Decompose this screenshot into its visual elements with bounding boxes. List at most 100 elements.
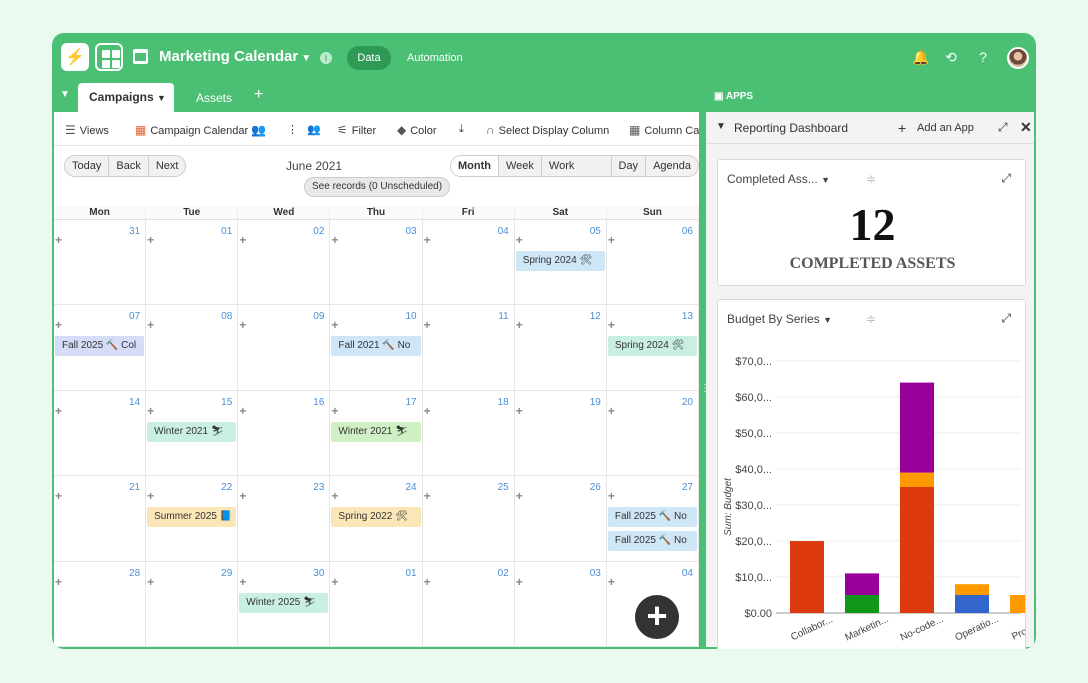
add-event-icon[interactable]: + (331, 490, 338, 502)
day-number[interactable]: 28 (129, 568, 140, 579)
day-number[interactable]: 14 (129, 397, 140, 408)
next-button[interactable]: Next (149, 156, 186, 176)
view-agenda-button[interactable]: Agenda (646, 156, 698, 176)
add-event-icon[interactable]: + (239, 234, 246, 246)
day-number[interactable]: 25 (498, 482, 509, 493)
expand-icon[interactable]: ⤢ (1001, 311, 1011, 326)
drag-handle-icon[interactable]: ≑ (866, 172, 876, 186)
calendar-event[interactable]: Spring 2022 🛠 (331, 507, 421, 528)
add-event-icon[interactable]: + (424, 490, 431, 502)
day-cell[interactable]: 21 + (54, 476, 147, 562)
view-month-button[interactable]: Month (451, 156, 499, 176)
add-event-icon[interactable]: + (424, 234, 431, 246)
day-number[interactable]: 15 (221, 397, 232, 408)
day-cell[interactable]: 31 + (54, 220, 147, 306)
day-cell[interactable]: 26 + (514, 476, 607, 562)
add-event-icon[interactable]: + (608, 405, 615, 417)
calendar-event[interactable]: Fall 2025 🔨 No (607, 507, 697, 528)
avatar[interactable] (1007, 47, 1029, 69)
add-event-icon[interactable]: + (55, 405, 62, 417)
day-number[interactable]: 26 (590, 482, 601, 493)
add-event-icon[interactable]: + (55, 490, 62, 502)
day-number[interactable]: 19 (590, 397, 601, 408)
calendar-event[interactable]: Fall 2021 🔨 No (331, 336, 421, 357)
day-cell[interactable]: 18 + (422, 390, 515, 477)
select-display-button[interactable]: ∩ Select Display Column (486, 123, 609, 137)
download-icon[interactable]: ⤓ (459, 123, 464, 136)
day-cell[interactable]: 03 + (330, 220, 423, 306)
add-event-icon[interactable]: + (516, 576, 523, 588)
day-number[interactable]: 24 (405, 482, 416, 493)
day-number[interactable]: 02 (498, 568, 509, 579)
day-cell[interactable]: 02 + (238, 220, 331, 306)
add-event-icon[interactable]: + (55, 319, 62, 331)
collapse-chevron-icon[interactable]: ▼ (60, 89, 70, 100)
add-event-icon[interactable]: + (331, 576, 338, 588)
add-event-icon[interactable]: + (516, 405, 523, 417)
day-cell[interactable]: 14 + (54, 390, 147, 477)
day-number[interactable]: 04 (682, 568, 693, 579)
day-cell[interactable]: 02 + (422, 561, 515, 647)
drag-handle-icon[interactable]: ≑ (866, 312, 876, 326)
app-title-dropdown[interactable]: Marketing Calendar ▼ (159, 48, 311, 65)
day-cell[interactable]: 04 + (422, 220, 515, 306)
day-number[interactable]: 09 (313, 311, 324, 322)
view-week-button[interactable]: Week (499, 156, 542, 176)
add-event-icon[interactable]: + (516, 319, 523, 331)
calendar-event[interactable]: Fall 2025 🔨 Col (55, 336, 145, 357)
expand-icon[interactable]: ⤢ (998, 120, 1008, 135)
add-event-icon[interactable]: + (331, 405, 338, 417)
share-users-icon[interactable]: 👥 (307, 123, 321, 136)
card-title-dropdown[interactable]: Completed Ass... ▼ (727, 172, 830, 186)
expand-icon[interactable]: ⤢ (1001, 171, 1011, 186)
day-number[interactable]: 11 (498, 311, 508, 322)
see-records-button[interactable]: See records (0 Unscheduled) (304, 177, 451, 197)
mode-automation-button[interactable]: Automation (407, 52, 463, 64)
day-number[interactable]: 16 (313, 397, 324, 408)
apps-grid-icon[interactable] (95, 43, 123, 71)
color-button[interactable]: ◆ Color (397, 123, 437, 137)
day-number[interactable]: 10 (405, 311, 416, 322)
calendar-event[interactable]: Summer 2025 📘 (147, 507, 237, 528)
day-number[interactable]: 04 (498, 226, 509, 237)
today-button[interactable]: Today (65, 156, 110, 176)
add-event-icon[interactable]: + (608, 490, 615, 502)
add-event-icon[interactable]: + (331, 319, 338, 331)
day-cell[interactable]: 20 + (606, 390, 699, 477)
info-icon[interactable]: i (320, 52, 332, 64)
day-cell[interactable]: 09 + (238, 305, 331, 391)
day-cell[interactable]: 23 + (238, 476, 331, 562)
add-event-icon[interactable]: + (516, 490, 523, 502)
view-selector[interactable]: ▦ Campaign Calendar 👥 (135, 123, 270, 137)
day-number[interactable]: 23 (313, 482, 324, 493)
day-cell[interactable]: 08 + (146, 305, 239, 391)
add-event-icon[interactable]: + (608, 319, 615, 331)
collapse-chevron-icon[interactable]: ▼ (716, 121, 726, 132)
day-number[interactable]: 03 (590, 568, 601, 579)
day-cell[interactable]: 28 + (54, 561, 147, 647)
add-tab-button[interactable]: + (254, 86, 263, 104)
day-number[interactable]: 29 (221, 568, 232, 579)
add-event-icon[interactable]: + (147, 405, 154, 417)
day-cell[interactable]: 01 + (330, 561, 423, 647)
day-number[interactable]: 01 (221, 226, 232, 237)
help-icon[interactable]: ? (974, 48, 992, 66)
history-icon[interactable]: ⟲ (942, 48, 960, 66)
day-number[interactable]: 05 (590, 226, 601, 237)
day-number[interactable]: 06 (682, 226, 693, 237)
add-event-icon[interactable]: + (516, 234, 523, 246)
day-cell[interactable]: 12 + (514, 305, 607, 391)
filter-button[interactable]: ⚟ Filter (337, 123, 376, 137)
view-day-button[interactable]: Day (612, 156, 647, 176)
day-number[interactable]: 13 (682, 311, 693, 322)
day-cell[interactable]: 25 + (422, 476, 515, 562)
day-cell[interactable]: 06 + (606, 220, 699, 306)
add-event-icon[interactable]: + (239, 576, 246, 588)
day-number[interactable]: 12 (590, 311, 601, 322)
column-button[interactable]: ▦ Column Ca (629, 123, 699, 137)
day-cell[interactable]: 01 + (146, 220, 239, 306)
day-number[interactable]: 18 (498, 397, 509, 408)
calendar-event[interactable]: Spring 2024 🛠 (515, 251, 605, 271)
add-event-icon[interactable]: + (239, 490, 246, 502)
add-event-icon[interactable]: + (147, 576, 154, 588)
